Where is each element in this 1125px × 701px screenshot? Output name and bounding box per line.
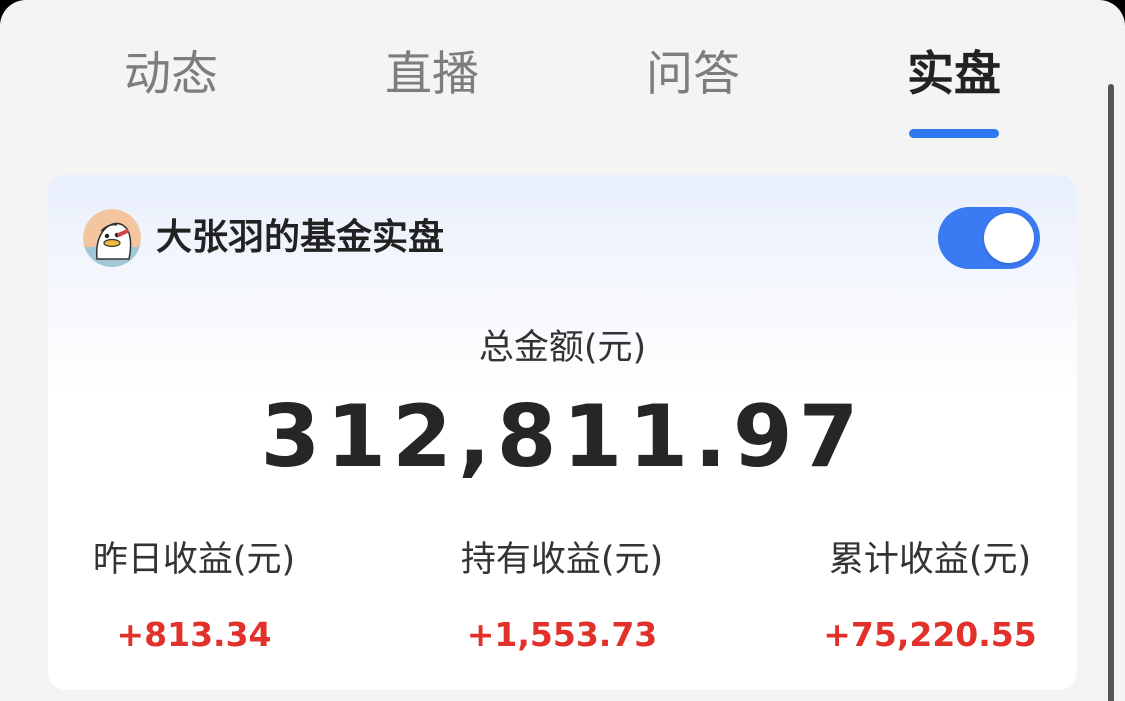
avatar[interactable] <box>83 209 141 267</box>
total-amount-value: 312,811.97 <box>260 387 865 487</box>
portfolio-title: 大张羽的基金实盘 <box>156 217 445 258</box>
active-tab-indicator <box>909 129 999 138</box>
visibility-toggle[interactable] <box>938 207 1040 269</box>
total-amount-label: 总金额(元) <box>478 328 647 368</box>
stat-value: +813.34 <box>116 615 272 654</box>
tab-real-portfolio[interactable]: 实盘 <box>854 42 1054 108</box>
portfolio-card: 大张羽的基金实盘 总金额(元) 312,811.97 昨日收益(元) +813.… <box>48 175 1077 690</box>
toggle-knob <box>984 213 1034 263</box>
phone-screen: 动态 直播 问答 实盘 大张羽的基金实盘 总金额(元) 312,811.97 昨… <box>0 0 1125 701</box>
stat-label: 昨日收益(元) <box>92 540 296 580</box>
tab-qa[interactable]: 问答 <box>593 42 793 108</box>
tab-live[interactable]: 直播 <box>332 42 532 108</box>
stat-value: +75,220.55 <box>823 615 1037 654</box>
duck-avatar-icon <box>83 209 141 267</box>
stat-cumulative: 累计收益(元) +75,220.55 <box>750 535 1077 657</box>
stat-holding: 持有收益(元) +1,553.73 <box>382 535 742 657</box>
tab-dynamics[interactable]: 动态 <box>71 42 271 108</box>
stat-yesterday: 昨日收益(元) +813.34 <box>48 535 374 657</box>
stat-label: 持有收益(元) <box>460 540 664 580</box>
stat-value: +1,553.73 <box>466 615 658 654</box>
scrollbar[interactable] <box>1108 84 1114 701</box>
tab-bar: 动态 直播 问答 实盘 <box>0 0 1125 150</box>
stat-label: 累计收益(元) <box>828 540 1032 580</box>
